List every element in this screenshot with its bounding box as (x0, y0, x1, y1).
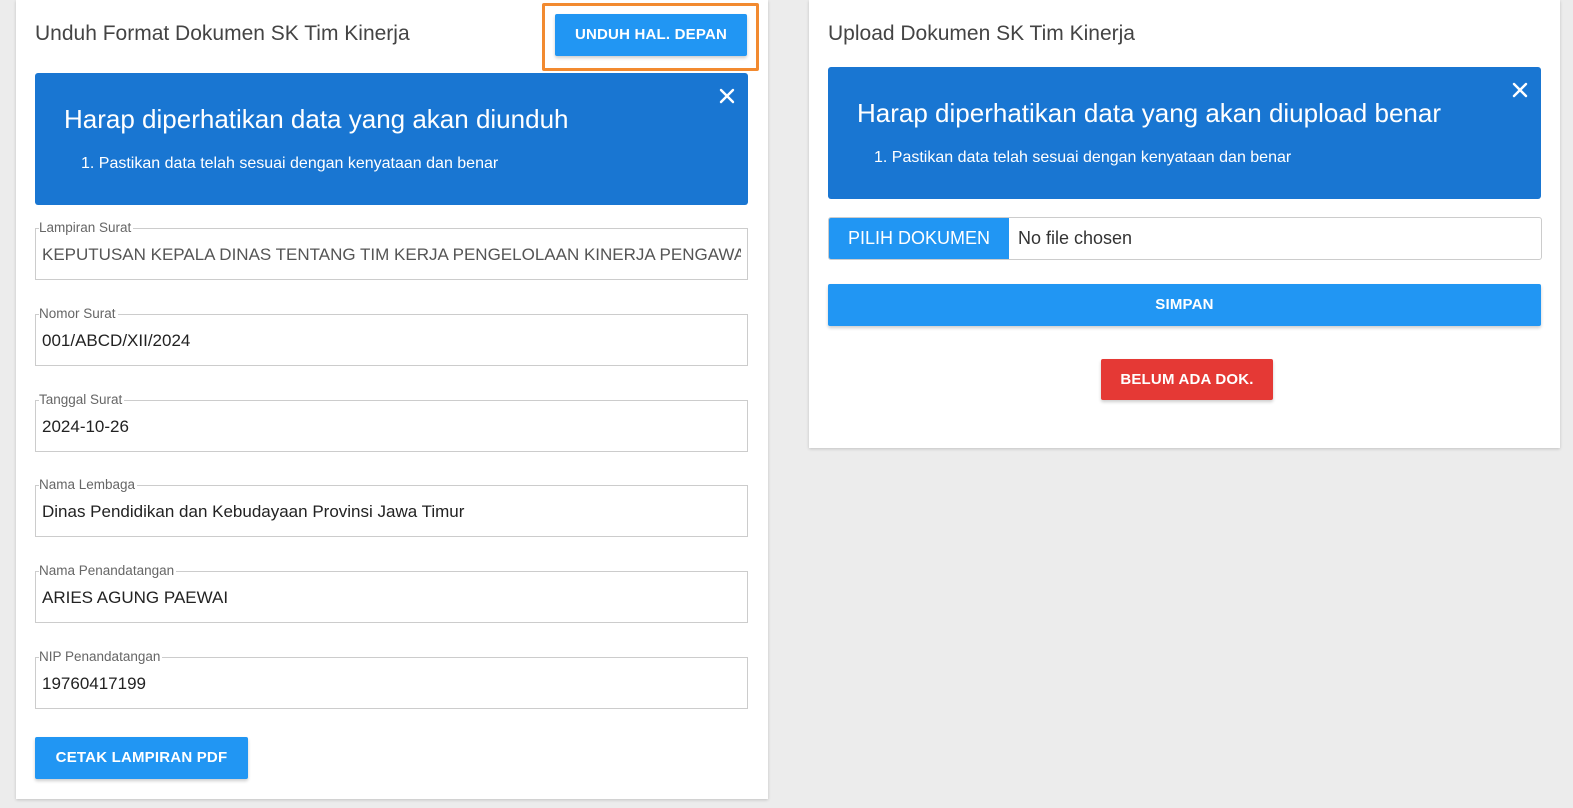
lampiran-surat-field: Lampiran Surat (35, 220, 748, 280)
close-icon[interactable] (1509, 79, 1531, 101)
nip-penandatangan-field: NIP Penandatangan (35, 649, 748, 709)
lampiran-surat-input[interactable] (36, 229, 747, 279)
close-icon[interactable] (716, 85, 738, 107)
nomor-surat-field: Nomor Surat (35, 306, 748, 366)
nomor-surat-input[interactable] (36, 315, 747, 365)
upload-card-title: Upload Dokumen SK Tim Kinerja (828, 22, 1135, 45)
unduh-hal-depan-button[interactable]: UNDUH HAL. DEPAN (555, 14, 747, 56)
download-alert-title: Harap diperhatikan data yang akan diundu… (64, 104, 569, 134)
nama-lembaga-field: Nama Lembaga (35, 477, 748, 537)
simpan-button[interactable]: SIMPAN (828, 284, 1541, 326)
download-card-title: Unduh Format Dokumen SK Tim Kinerja (35, 22, 410, 45)
download-alert: Harap diperhatikan data yang akan diundu… (35, 73, 748, 205)
nip-penandatangan-input[interactable] (36, 658, 747, 708)
download-alert-item: 1. Pastikan data telah sesuai dengan ken… (81, 155, 499, 172)
file-status-text: No file chosen (1018, 228, 1133, 248)
upload-document-card: Upload Dokumen SK Tim Kinerja Harap dipe… (809, 0, 1560, 448)
nama-penandatangan-input[interactable] (36, 572, 747, 622)
nama-penandatangan-field: Nama Penandatangan (35, 563, 748, 623)
tanggal-surat-field: Tanggal Surat (35, 392, 748, 452)
upload-alert: Harap diperhatikan data yang akan diuplo… (828, 67, 1541, 199)
upload-alert-item: 1. Pastikan data telah sesuai dengan ken… (874, 149, 1292, 166)
upload-alert-title: Harap diperhatikan data yang akan diuplo… (857, 98, 1441, 128)
download-format-card: Unduh Format Dokumen SK Tim Kinerja UNDU… (16, 0, 768, 799)
file-input[interactable]: PILIH DOKUMEN No file chosen (828, 217, 1542, 260)
download-alert-list: 1. Pastikan data telah sesuai dengan ken… (81, 155, 498, 173)
belum-ada-dok-button[interactable]: BELUM ADA DOK. (1101, 359, 1273, 400)
nama-lembaga-input[interactable] (36, 486, 747, 536)
tanggal-surat-input[interactable] (36, 401, 747, 451)
upload-alert-list: 1. Pastikan data telah sesuai dengan ken… (874, 149, 1291, 167)
cetak-lampiran-pdf-button[interactable]: CETAK LAMPIRAN PDF (35, 737, 248, 779)
pilih-dokumen-button[interactable]: PILIH DOKUMEN (829, 218, 1009, 259)
